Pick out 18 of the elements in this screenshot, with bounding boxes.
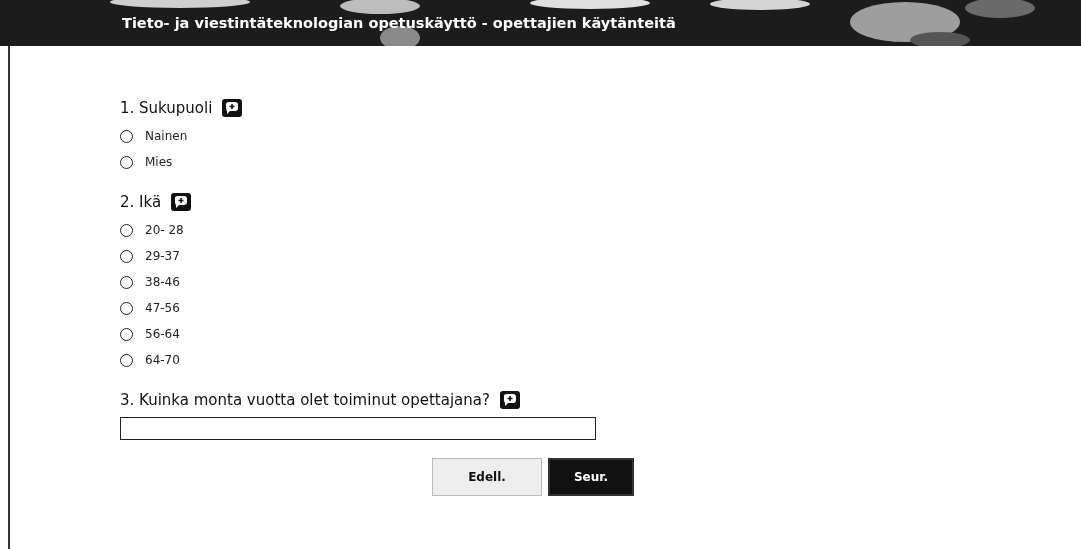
question-label: 1. Sukupuoli (120, 99, 213, 117)
option-label: 64-70 (145, 353, 180, 367)
option-label: Nainen (145, 129, 188, 143)
survey-title: Tieto- ja viestintäteknologian opetuskäyttö - opettajien käytänteitä (122, 15, 676, 31)
option-label: 29-37 (145, 249, 180, 263)
previous-button[interactable]: Edell. (432, 458, 542, 496)
option-label: 38-46 (145, 275, 180, 289)
comment-icon[interactable] (222, 99, 243, 117)
option-label: 56-64 (145, 327, 180, 341)
option-label: 20- 28 (145, 223, 184, 237)
question-label: 2. Ikä (120, 193, 162, 211)
comment-icon[interactable] (171, 193, 192, 211)
answer-field[interactable] (120, 417, 596, 440)
question-label: 3. Kuinka monta vuotta olet toiminut opettajana? (120, 391, 490, 409)
comment-icon[interactable] (499, 391, 520, 409)
option-label: Mies (145, 155, 173, 169)
option-label: 47-56 (145, 301, 180, 315)
next-button[interactable]: Seur. (548, 458, 634, 496)
